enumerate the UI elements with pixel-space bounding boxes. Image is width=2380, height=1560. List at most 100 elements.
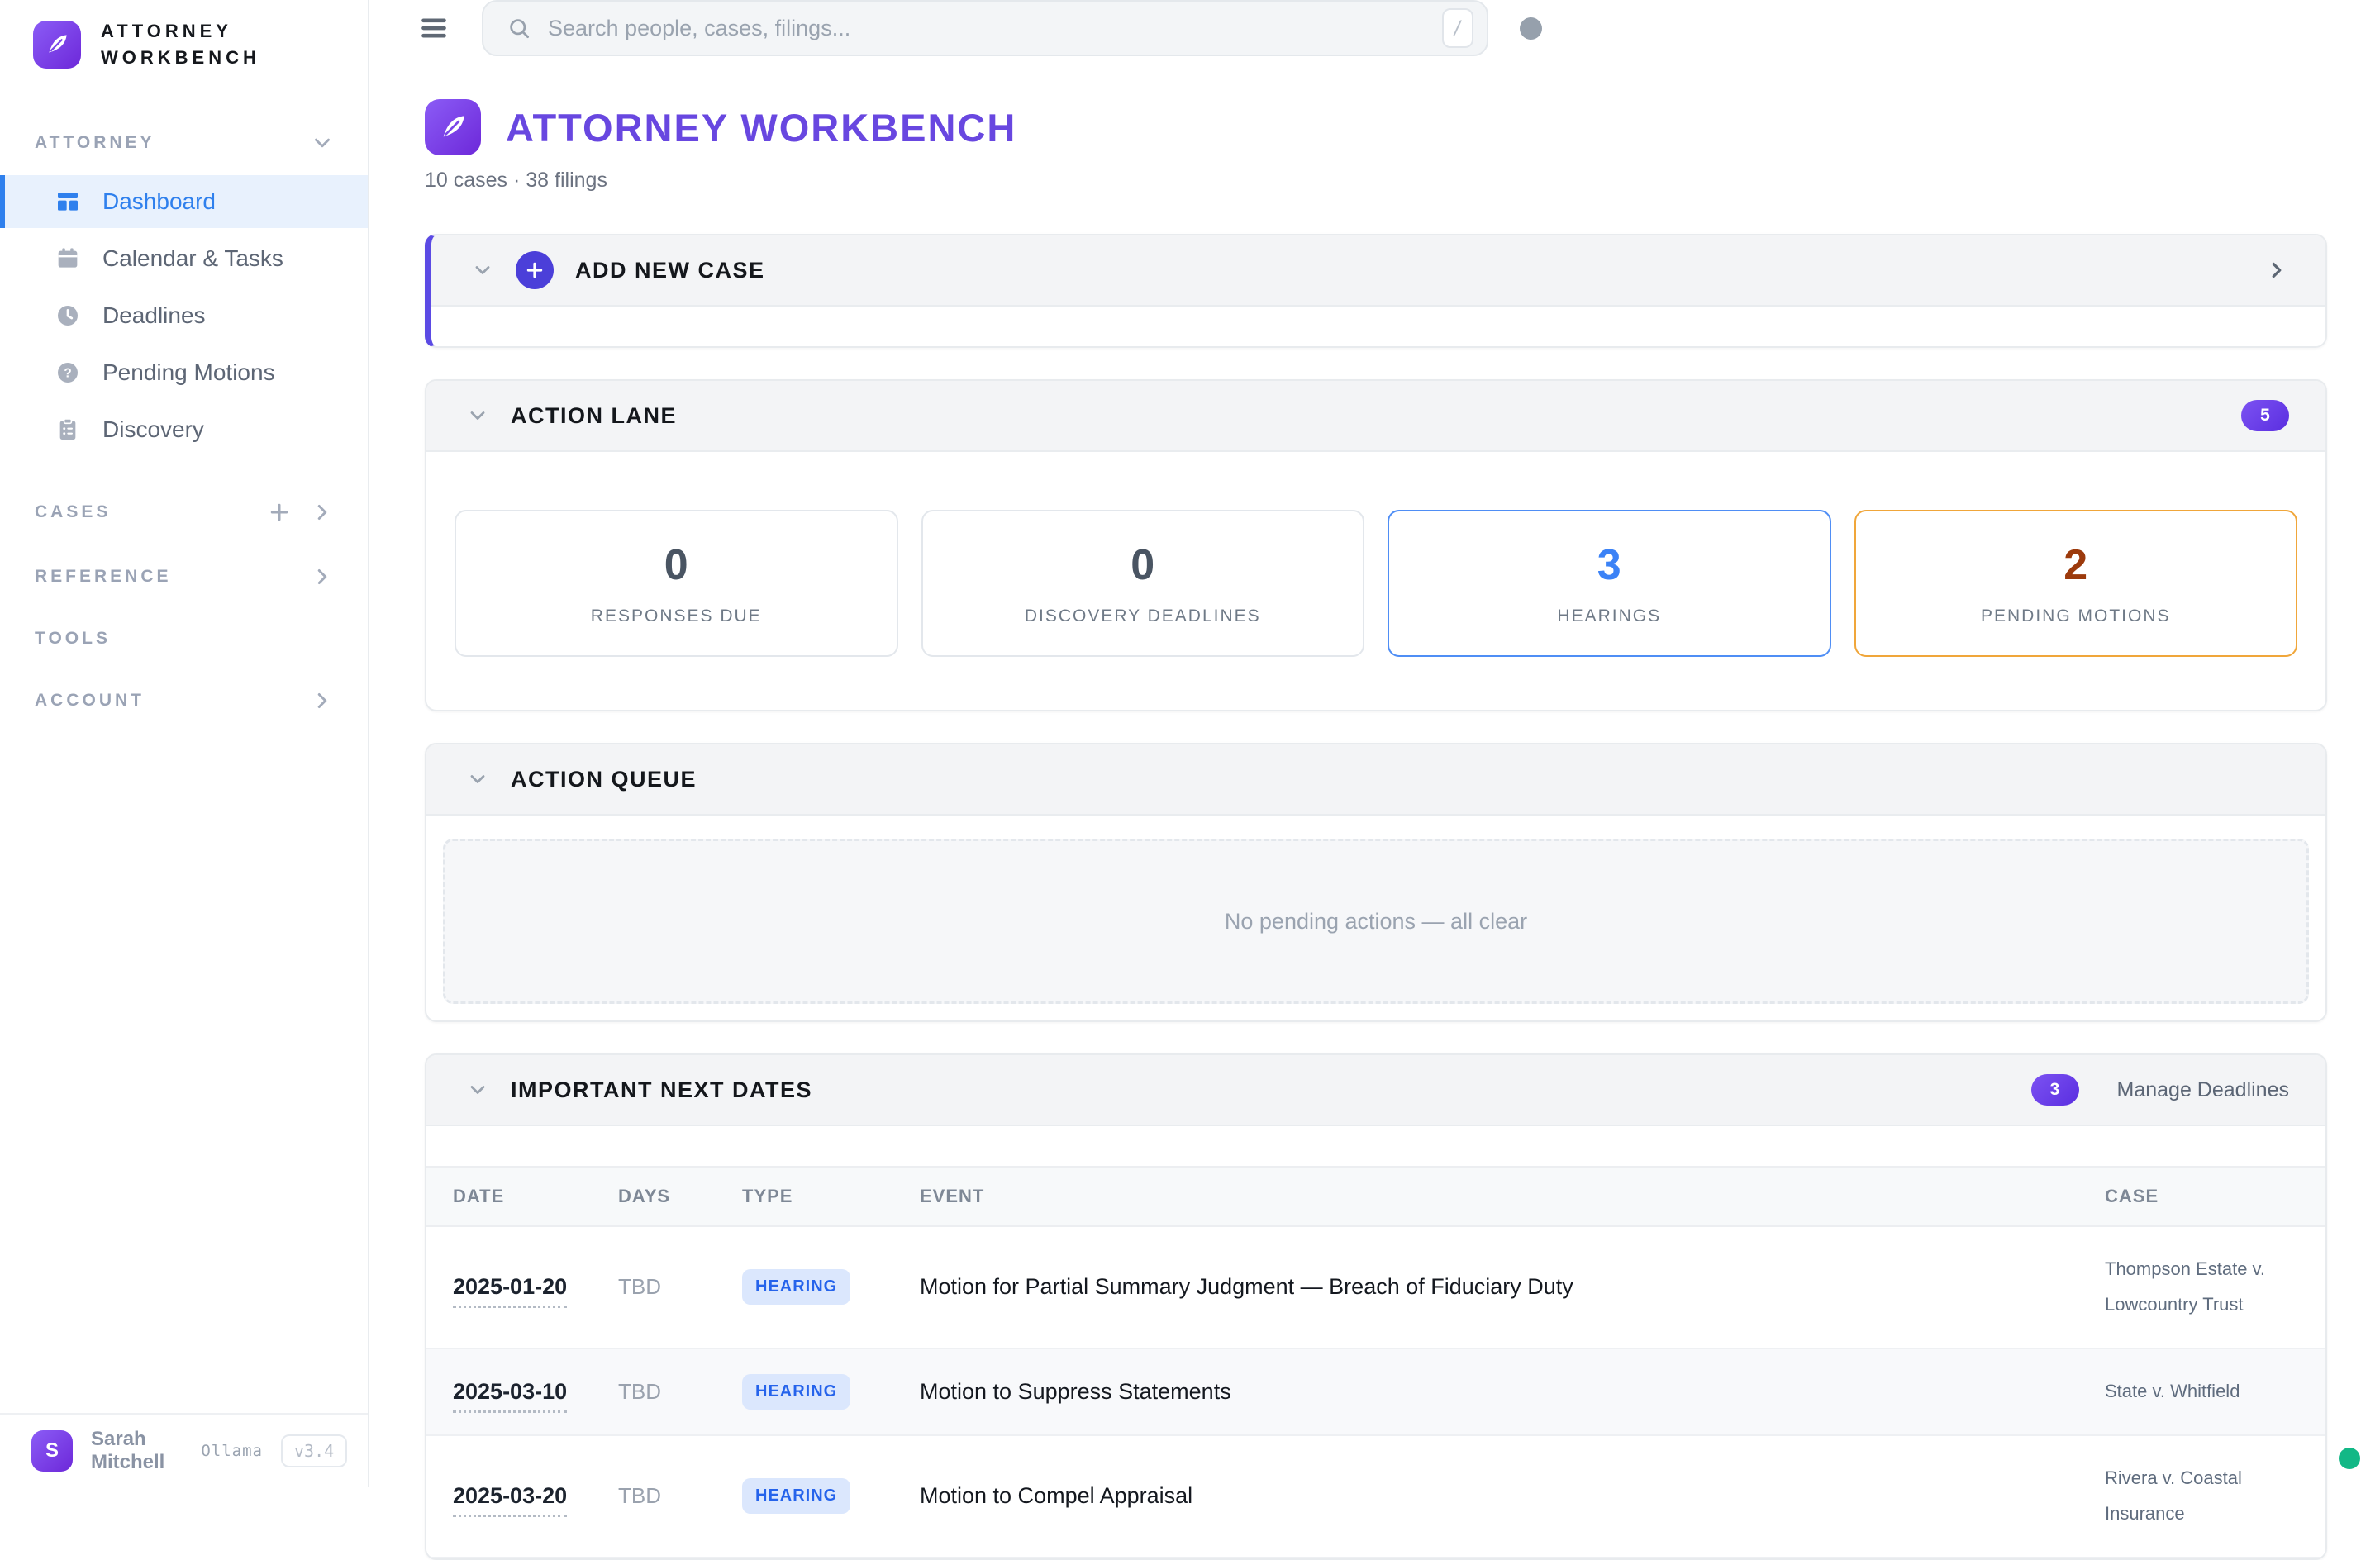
manage-deadlines-link[interactable]: Manage Deadlines [2117,1078,2289,1102]
stat-label: DISCOVERY DEADLINES [1025,606,1261,626]
cell-case: Thompson Estate v. Lowcountry Trust [2105,1252,2299,1323]
stat-label: PENDING MOTIONS [1981,606,2171,626]
chevron-right-icon[interactable] [310,500,335,525]
topbar-status-dot[interactable] [1520,17,1542,40]
sidebar-group-reference[interactable]: REFERENCE [0,564,368,589]
add-case-body [431,307,2325,346]
user-name: Sarah Mitchell [91,1428,164,1474]
cell-event: Motion for Partial Summary Judgment — Br… [920,1274,2105,1300]
stat-label: RESPONSES DUE [591,606,762,626]
group-label: TOOLS [35,629,111,649]
brand-line2: WORKBENCH [101,45,260,71]
cell-event: Motion to Suppress Statements [920,1379,2105,1405]
chevron-right-icon[interactable] [310,564,335,589]
table-row[interactable]: 2025-03-20TBDHEARINGMotion to Compel App… [426,1436,2325,1558]
chevron-down-icon[interactable] [466,404,489,427]
main-area: / ATTORNEY WORKBENCH 10 cases · 38 filin… [369,0,2380,1487]
sidebar-item-discovery[interactable]: Discovery [0,403,368,456]
add-case-plus-button[interactable] [516,251,554,289]
add-icon[interactable] [267,500,292,525]
brand-name: ATTORNEY WORKBENCH [101,18,260,71]
action-lane-title: ACTION LANE [511,403,677,429]
sidebar-item-calendar-tasks[interactable]: Calendar & Tasks [0,232,368,285]
table-header-row: DATEDAYSTYPEEVENTCASE [426,1166,2325,1227]
chevron-down-icon[interactable] [471,259,494,282]
user-area[interactable]: S Sarah Mitchell Ollama v3.4 [0,1413,368,1487]
stat-card-hearings[interactable]: 3HEARINGS [1388,510,1831,657]
column-header-type: TYPE [742,1186,920,1207]
clock-icon [55,302,81,329]
stat-cards: 0 RESPONSES DUE 0DISCOVERY DEADLINES3HEARI… [426,452,2325,710]
column-header-date: DATE [453,1186,618,1207]
cell-days: TBD [618,1379,742,1405]
search-input[interactable] [548,16,1426,41]
cell-type: HEARING [742,1374,920,1410]
app-root: ATTORNEY WORKBENCH ATTORNEY Dashboard Cal… [0,0,2380,1487]
clipboard-icon [55,416,81,443]
action-queue-header[interactable]: ACTION QUEUE [426,744,2325,816]
stat-value: 0 [664,540,688,590]
sidebar-item-dashboard[interactable]: Dashboard [0,175,368,228]
cell-date: 2025-03-10 [453,1379,618,1405]
sidebar-section-attorney[interactable]: ATTORNEY [0,131,368,155]
chevron-right-icon[interactable] [310,688,335,713]
group-label: ACCOUNT [35,691,145,711]
next-dates-title: IMPORTANT NEXT DATES [511,1077,812,1103]
chevron-right-icon[interactable] [2264,258,2289,283]
table-body: 2025-01-20TBDHEARINGMotion for Partial S… [426,1227,2325,1558]
hearing-badge: HEARING [742,1478,850,1514]
menu-toggle-button[interactable] [417,12,450,45]
action-queue-panel: ACTION QUEUE No pending actions — all cl… [425,743,2327,1022]
topbar: / [369,0,2380,56]
action-lane-panel: ACTION LANE 5 0 RESPONSES DUE 0DISCOVERY D… [425,379,2327,711]
chevron-down-icon[interactable] [466,1078,489,1101]
search-icon [507,16,531,40]
action-lane-header[interactable]: ACTION LANE 5 [426,381,2325,452]
cell-type: HEARING [742,1478,920,1514]
add-case-header[interactable]: ADD NEW CASE [431,235,2325,307]
avatar[interactable]: S [31,1430,73,1472]
sidebar-item-label: Discovery [102,416,204,443]
brand: ATTORNEY WORKBENCH [0,18,368,71]
sidebar-item-label: Deadlines [102,302,206,329]
action-lane-count-badge: 5 [2241,400,2289,431]
stat-card-pending-motions[interactable]: 2 PENDING MOTIONS [1854,510,2298,657]
cell-date: 2025-01-20 [453,1274,618,1300]
stat-value: 3 [1597,540,1621,590]
sidebar: ATTORNEY WORKBENCH ATTORNEY Dashboard Cal… [0,0,369,1487]
question-icon: ? [55,359,81,386]
action-queue-body: No pending actions — all clear [426,816,2325,1020]
content: ATTORNEY WORKBENCH 10 cases · 38 filings… [369,56,2380,1560]
stat-value: 2 [2063,540,2087,590]
calendar-icon [55,245,81,272]
table-row[interactable]: 2025-01-20TBDHEARINGMotion for Partial S… [426,1227,2325,1349]
hearing-badge: HEARING [742,1269,850,1305]
next-dates-header[interactable]: IMPORTANT NEXT DATES 3 Manage Deadlines [426,1055,2325,1126]
chevron-down-icon[interactable] [466,768,489,791]
sidebar-item-label: Dashboard [102,188,216,215]
add-case-panel: ADD NEW CASE [425,234,2327,348]
brand-line1: ATTORNEY [101,18,260,45]
sidebar-group-tools[interactable]: TOOLS [0,629,368,649]
next-dates-panel: IMPORTANT NEXT DATES 3 Manage Deadlines … [425,1053,2327,1560]
version-badge: v3.4 [281,1434,347,1467]
dashboard-icon [55,188,81,215]
sidebar-nav: Dashboard Calendar & Tasks Deadlines ?Pendi… [0,175,368,460]
sidebar-group-account[interactable]: ACCOUNT [0,688,368,713]
table-row[interactable]: 2025-03-10TBDHEARINGMotion to Suppress S… [426,1349,2325,1436]
column-header-case: CASE [2105,1186,2299,1207]
cell-type: HEARING [742,1269,920,1305]
svg-text:?: ? [64,366,71,380]
next-dates-count-badge: 3 [2031,1074,2079,1106]
stat-card-responses-due[interactable]: 0 RESPONSES DUE [455,510,898,657]
chevron-down-icon[interactable] [310,131,335,155]
sidebar-item-pending-motions[interactable]: ?Pending Motions [0,346,368,399]
sidebar-item-deadlines[interactable]: Deadlines [0,289,368,342]
cell-case: Rivera v. Coastal Insurance [2105,1461,2299,1532]
sidebar-groups: CASES REFERENCE TOOLS ACCOUNT [0,460,368,713]
stat-card-discovery-deadlines[interactable]: 0DISCOVERY DEADLINES [921,510,1365,657]
column-header-days: DAYS [618,1186,742,1207]
app-logo-icon [33,21,81,69]
page-subtitle: 10 cases · 38 filings [425,169,2327,193]
sidebar-group-cases[interactable]: CASES [0,500,368,525]
